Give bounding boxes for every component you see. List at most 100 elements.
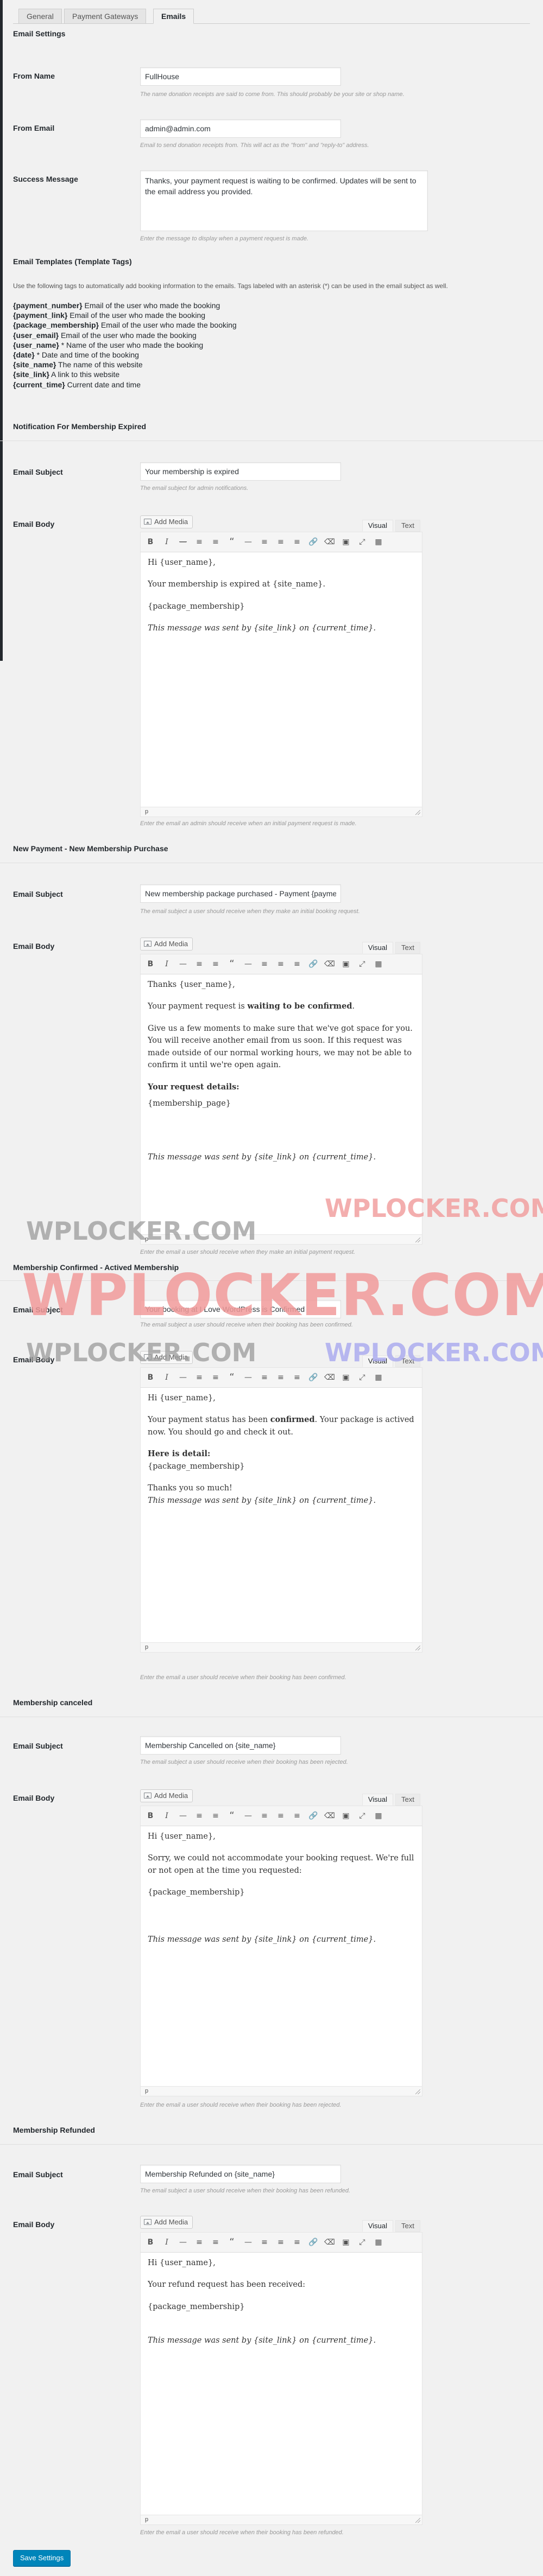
tab-payment-gateways[interactable]: Payment Gateways [64,9,147,24]
from-name-input[interactable] [140,67,341,86]
text-tab[interactable]: Text [395,2220,420,2232]
bold-icon[interactable]: B [145,537,156,547]
remove-link-icon[interactable]: ⌫ [324,2237,335,2248]
italic-icon[interactable]: I [161,537,172,547]
horizontal-rule-icon[interactable]: — [243,537,254,547]
align-left-icon[interactable]: ≡ [259,2237,270,2248]
blockquote-icon[interactable]: “ [226,1372,237,1383]
italic-icon[interactable]: I [161,1810,172,1821]
insert-link-icon[interactable]: 🔗 [308,959,319,970]
text-tab[interactable]: Text [395,1355,420,1367]
visual-tab[interactable]: Visual [362,520,393,532]
align-left-icon[interactable]: ≡ [259,537,270,547]
horizontal-rule-icon[interactable]: — [243,959,254,970]
fullscreen-icon[interactable]: ⤢ [357,1372,368,1383]
numbered-list-icon[interactable]: ≡ [210,959,221,970]
bold-icon[interactable]: B [145,2237,156,2248]
align-center-icon[interactable]: ≡ [275,959,286,970]
read-more-icon[interactable]: ▣ [340,1810,351,1821]
align-left-icon[interactable]: ≡ [259,959,270,970]
remove-link-icon[interactable]: ⌫ [324,1810,335,1821]
toolbar-toggle-icon[interactable]: ▦ [373,2237,384,2248]
italic-icon[interactable]: I [161,1372,172,1383]
bold-icon[interactable]: B [145,1810,156,1821]
tab-emails[interactable]: Emails [153,9,194,24]
toolbar-toggle-icon[interactable]: ▦ [373,1810,384,1821]
read-more-icon[interactable]: ▣ [340,537,351,547]
align-left-icon[interactable]: ≡ [259,1372,270,1383]
align-center-icon[interactable]: ≡ [275,1372,286,1383]
editor-content[interactable]: Thanks {user_name}, Your payment request… [140,974,422,1235]
bold-icon[interactable]: B [145,1372,156,1383]
toolbar-toggle-icon[interactable]: ▦ [373,959,384,970]
expired-subject-input[interactable] [140,462,341,481]
horizontal-rule-icon[interactable]: — [243,1372,254,1383]
add-media-button[interactable]: Add Media [140,1789,193,1802]
read-more-icon[interactable]: ▣ [340,2237,351,2248]
text-tab[interactable]: Text [395,1794,420,1806]
fullscreen-icon[interactable]: ⤢ [357,537,368,547]
align-right-icon[interactable]: ≡ [292,1372,302,1383]
add-media-button[interactable]: Add Media [140,515,193,528]
visual-tab[interactable]: Visual [362,942,393,954]
blockquote-icon[interactable]: “ [226,2237,237,2248]
italic-icon[interactable]: I [161,2237,172,2248]
strikethrough-icon[interactable]: — [178,959,188,970]
strikethrough-icon[interactable]: — [178,537,188,547]
blockquote-icon[interactable]: “ [226,959,237,970]
align-right-icon[interactable]: ≡ [292,1810,302,1821]
confirmed-subject-input[interactable] [140,1300,341,1318]
toolbar-toggle-icon[interactable]: ▦ [373,1372,384,1383]
editor-content[interactable]: Hi {user_name}, Your membership is expir… [140,552,422,807]
align-center-icon[interactable]: ≡ [275,1810,286,1821]
read-more-icon[interactable]: ▣ [340,1372,351,1383]
bullet-list-icon[interactable]: ≡ [194,2237,205,2248]
read-more-icon[interactable]: ▣ [340,959,351,970]
resize-handle[interactable] [415,1646,420,1650]
text-tab[interactable]: Text [395,520,420,532]
visual-tab[interactable]: Visual [362,1355,393,1367]
new-payment-subject-input[interactable] [140,884,341,903]
fullscreen-icon[interactable]: ⤢ [357,2237,368,2248]
add-media-button[interactable]: Add Media [140,1351,193,1364]
bullet-list-icon[interactable]: ≡ [194,537,205,547]
horizontal-rule-icon[interactable]: — [243,2237,254,2248]
visual-tab[interactable]: Visual [362,2220,393,2232]
insert-link-icon[interactable]: 🔗 [308,2237,319,2248]
bold-icon[interactable]: B [145,959,156,970]
editor-content[interactable]: Hi {user_name}, Your payment status has … [140,1388,422,1643]
blockquote-icon[interactable]: “ [226,537,237,547]
editor-content[interactable]: Hi {user_name}, Your refund request has … [140,2253,422,2515]
align-center-icon[interactable]: ≡ [275,537,286,547]
from-email-input[interactable] [140,119,341,138]
fullscreen-icon[interactable]: ⤢ [357,1810,368,1821]
numbered-list-icon[interactable]: ≡ [210,1372,221,1383]
resize-handle[interactable] [415,2518,420,2523]
resize-handle[interactable] [415,1238,420,1242]
success-message-textarea[interactable]: Thanks, your payment request is waiting … [140,170,428,231]
align-center-icon[interactable]: ≡ [275,2237,286,2248]
editor-content[interactable]: Hi {user_name}, Sorry, we could not acco… [140,1826,422,2087]
resize-handle[interactable] [415,2089,420,2094]
remove-link-icon[interactable]: ⌫ [324,1372,335,1383]
refunded-subject-input[interactable] [140,2165,341,2183]
blockquote-icon[interactable]: “ [226,1810,237,1821]
insert-link-icon[interactable]: 🔗 [308,537,319,547]
strikethrough-icon[interactable]: — [178,1810,188,1821]
toolbar-toggle-icon[interactable]: ▦ [373,537,384,547]
bullet-list-icon[interactable]: ≡ [194,1810,205,1821]
numbered-list-icon[interactable]: ≡ [210,2237,221,2248]
insert-link-icon[interactable]: 🔗 [308,1810,319,1821]
insert-link-icon[interactable]: 🔗 [308,1372,319,1383]
visual-tab[interactable]: Visual [362,1794,393,1806]
text-tab[interactable]: Text [395,942,420,954]
add-media-button[interactable]: Add Media [140,2216,193,2229]
bullet-list-icon[interactable]: ≡ [194,1372,205,1383]
horizontal-rule-icon[interactable]: — [243,1810,254,1821]
canceled-subject-input[interactable] [140,1736,341,1755]
align-right-icon[interactable]: ≡ [292,537,302,547]
strikethrough-icon[interactable]: — [178,2237,188,2248]
align-right-icon[interactable]: ≡ [292,2237,302,2248]
remove-link-icon[interactable]: ⌫ [324,537,335,547]
bullet-list-icon[interactable]: ≡ [194,959,205,970]
